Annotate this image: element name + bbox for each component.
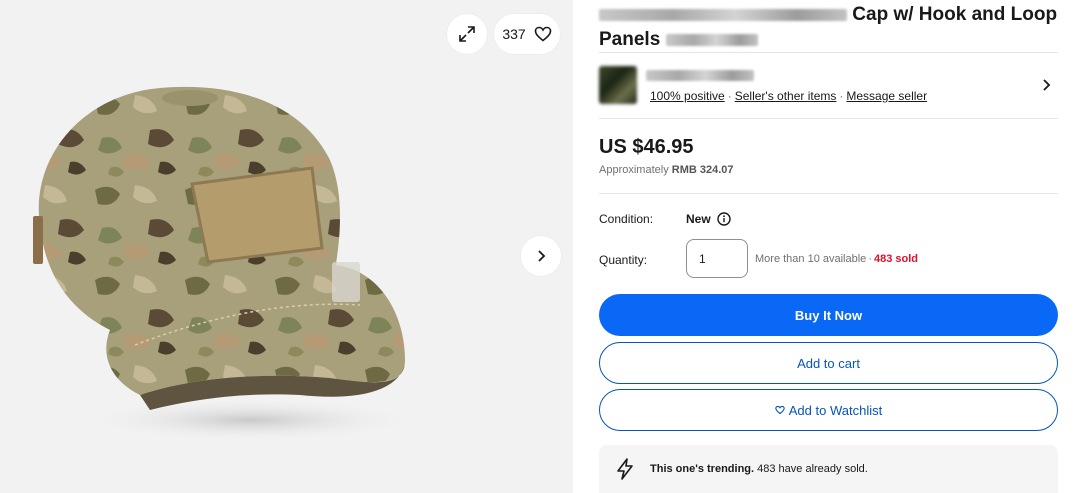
add-to-cart-button[interactable]: Add to cart (599, 342, 1058, 384)
approx-price: Approximately RMB 324.07 (599, 164, 734, 176)
product-image[interactable] (0, 0, 573, 493)
sold-count: 483 sold (873, 253, 918, 265)
chevron-right-icon (538, 250, 546, 262)
seller-other-items-link[interactable]: Seller's other items (735, 89, 837, 103)
divider (599, 193, 1058, 194)
title-line2: Panels (599, 29, 661, 50)
divider (599, 52, 1058, 53)
seller-card[interactable]: 100% positive · Seller's other items · Messa… (599, 66, 1058, 110)
quantity-label: Quantity: (599, 253, 648, 267)
trending-text: This one's trending. 483 have already so… (650, 463, 868, 475)
quantity-input[interactable] (686, 239, 748, 278)
seller-name-blurred (646, 70, 754, 81)
heart-icon (775, 405, 785, 415)
next-image-button[interactable] (521, 236, 561, 276)
seller-feedback-link[interactable]: 100% positive (650, 89, 725, 103)
info-icon[interactable] (716, 212, 731, 226)
availability: More than 10 available · 483 sold (755, 253, 918, 265)
heart-icon (534, 26, 551, 42)
condition-label: Condition: (599, 212, 654, 226)
chevron-right-icon[interactable] (1040, 78, 1054, 92)
listing-title: Cap w/ Hook and Loop Panels (599, 2, 1058, 52)
watch-count: 337 (502, 26, 526, 42)
seller-avatar[interactable] (599, 66, 637, 104)
divider (599, 118, 1058, 119)
add-to-watchlist-button[interactable]: Add to Watchlist (599, 389, 1058, 431)
trending-banner: This one's trending. 483 have already so… (599, 445, 1058, 493)
image-gallery: 337 (0, 0, 573, 493)
expand-icon (459, 26, 475, 42)
add-to-watchlist-label: Add to Watchlist (788, 402, 883, 418)
title-visible: Cap w/ Hook and Loop (852, 4, 1058, 25)
buy-it-now-button[interactable]: Buy It Now (599, 294, 1058, 336)
listing-panel: Cap w/ Hook and Loop Panels 100% positiv… (599, 0, 1058, 493)
lightning-icon (617, 458, 633, 480)
message-seller-link[interactable]: Message seller (846, 89, 927, 103)
expand-button[interactable] (447, 14, 487, 54)
condition-value: New (686, 212, 731, 226)
seller-links: 100% positive · Seller's other items · Messa… (650, 89, 928, 103)
blurred-title-text (599, 8, 847, 21)
approx-price-value: RMB 324.07 (671, 164, 734, 176)
blurred-title-tail (665, 33, 758, 46)
price: US $46.95 (599, 136, 694, 158)
watch-count-button[interactable]: 337 (494, 14, 560, 54)
